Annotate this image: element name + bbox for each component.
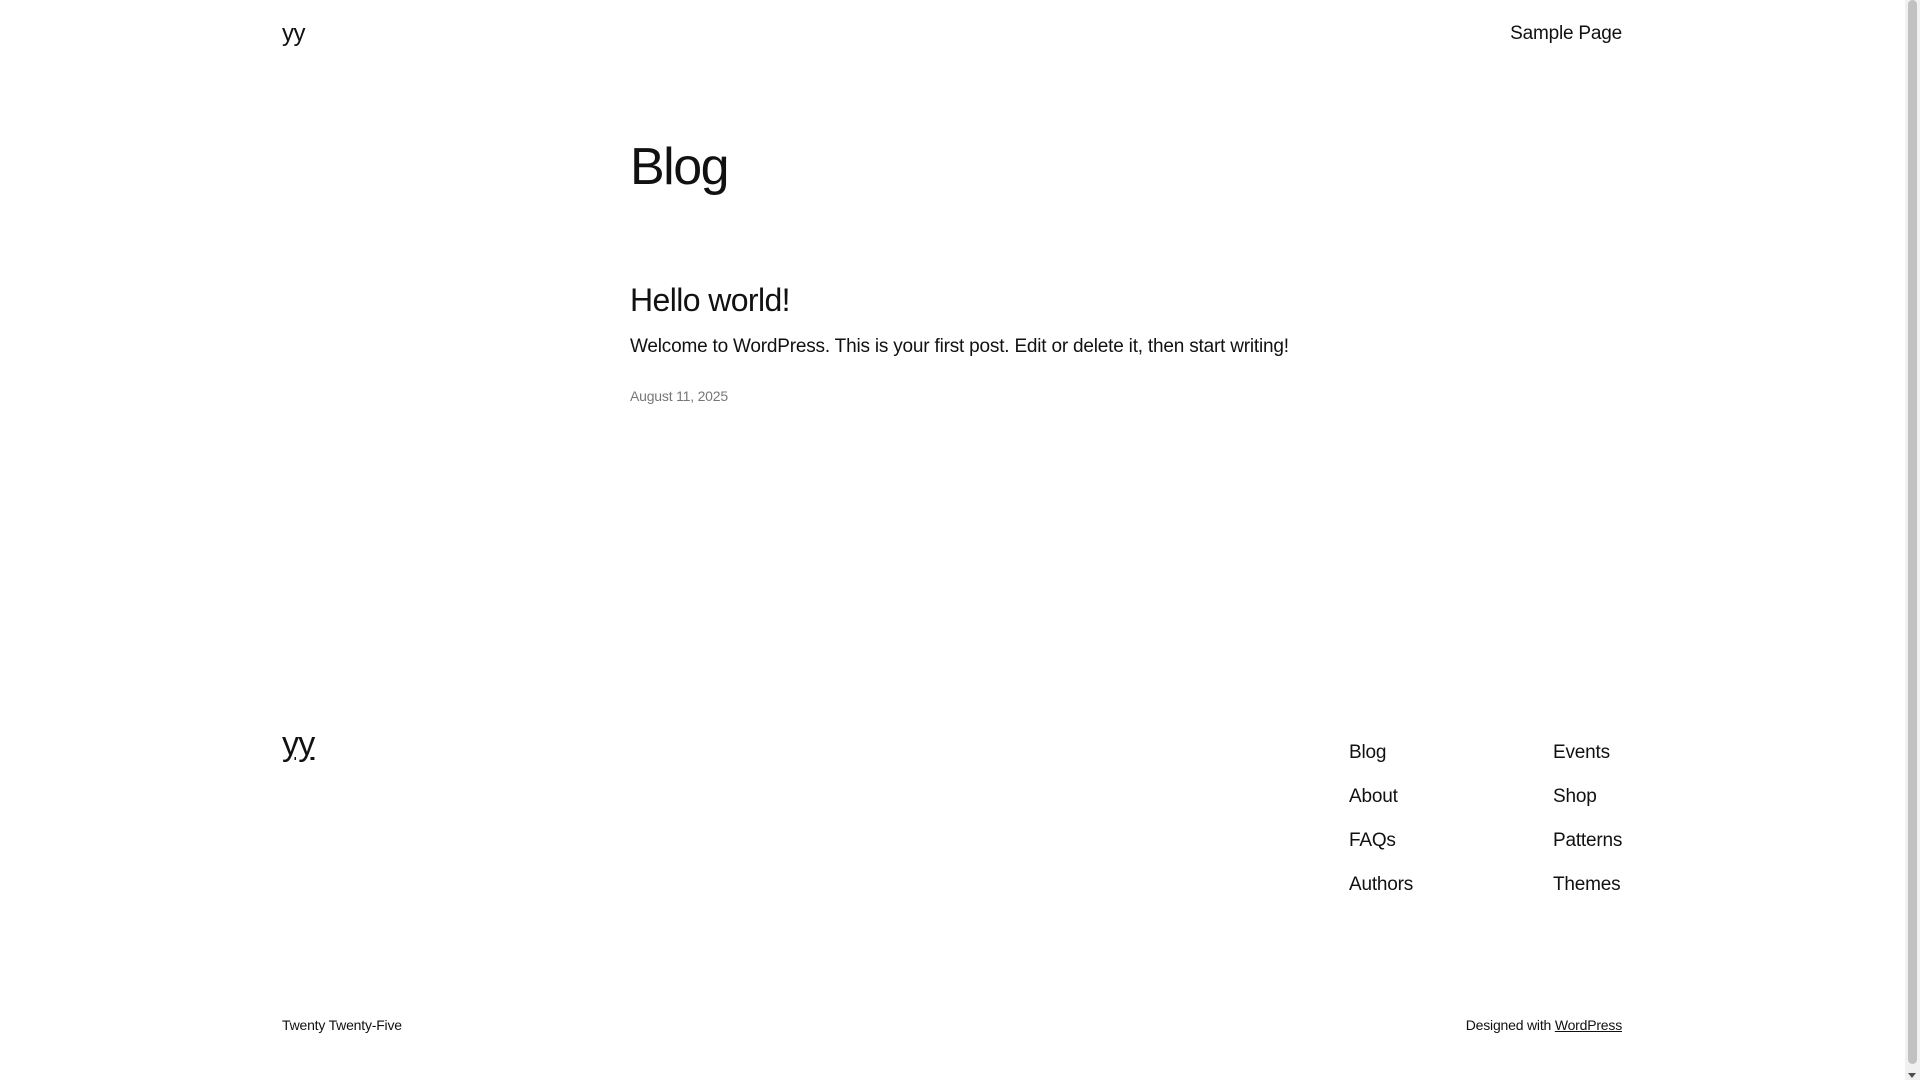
scroll-down-arrow-icon[interactable] — [1908, 1073, 1916, 1078]
footer-link-faqs[interactable]: FAQs — [1349, 819, 1413, 863]
footer-link-themes[interactable]: Themes — [1553, 863, 1622, 907]
nav-link-sample-page[interactable]: Sample Page — [1510, 23, 1622, 45]
main-content: Blog Hello world! Welcome to WordPress. … — [630, 130, 1330, 404]
footer-theme-name: Twenty Twenty-Five — [282, 1017, 402, 1033]
post-date[interactable]: August 11, 2025 — [630, 388, 1330, 404]
footer-link-authors[interactable]: Authors — [1349, 863, 1413, 907]
vertical-scrollbar[interactable] — [1905, 0, 1920, 1080]
footer-nav-column-2: Events Shop Patterns Themes — [1553, 731, 1622, 907]
footer-link-shop[interactable]: Shop — [1553, 775, 1622, 819]
page: yy Sample Page Blog Hello world! Welcome… — [0, 0, 1905, 1080]
post-title-link[interactable]: Hello world! — [630, 280, 1330, 320]
footer-nav-column-1: Blog About FAQs Authors — [1349, 731, 1413, 907]
footer-link-blog[interactable]: Blog — [1349, 731, 1413, 775]
site-title-link[interactable]: yy — [282, 20, 306, 48]
footer-credit: Designed with WordPress — [1466, 1017, 1622, 1033]
footer-credit-prefix: Designed with — [1465, 1017, 1552, 1033]
site-header: yy Sample Page — [282, 0, 1622, 70]
site-footer: yy Blog About FAQs Authors Events Shop P… — [282, 725, 1622, 1033]
post-excerpt: Welcome to WordPress. This is your first… — [630, 336, 1289, 357]
footer-link-about[interactable]: About — [1349, 775, 1413, 819]
post-item: Hello world! Welcome to WordPress. This … — [630, 280, 1330, 404]
footer-link-patterns[interactable]: Patterns — [1553, 819, 1622, 863]
footer-link-events[interactable]: Events — [1553, 731, 1622, 775]
footer-credit-link[interactable]: WordPress — [1555, 1017, 1622, 1033]
scrollbar-thumb[interactable] — [1908, 0, 1917, 1064]
footer-site-title-link[interactable]: yy — [282, 725, 315, 764]
page-title: Blog — [630, 138, 730, 196]
